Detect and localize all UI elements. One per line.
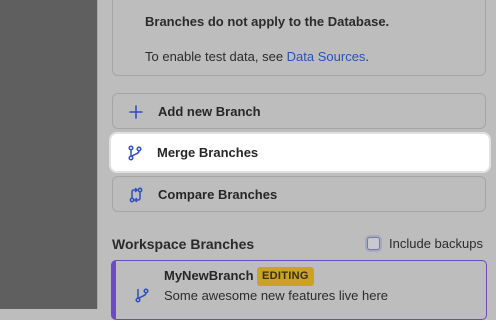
compare-branches-button[interactable]: Compare Branches bbox=[112, 176, 486, 212]
workspace-branches-title: Workspace Branches bbox=[112, 236, 255, 252]
merge-icon bbox=[127, 145, 143, 161]
info-text: To enable test data, see Data Sources. bbox=[145, 49, 369, 64]
add-new-branch-button[interactable]: Add new Branch bbox=[112, 93, 486, 129]
branch-icon bbox=[134, 287, 150, 303]
merge-branches-button[interactable]: Merge Branches bbox=[111, 134, 489, 171]
branch-description: Some awesome new features live here bbox=[164, 288, 389, 303]
info-title: Branches do not apply to the Database. bbox=[145, 14, 390, 29]
branch-name: MyNewBranch bbox=[164, 268, 254, 283]
compare-branches-label: Compare Branches bbox=[158, 187, 278, 202]
compare-icon bbox=[128, 187, 144, 203]
app-sidebar-overlay bbox=[0, 0, 97, 309]
plus-icon bbox=[128, 104, 144, 120]
info-text-suffix: . bbox=[365, 49, 370, 64]
merge-branches-label: Merge Branches bbox=[157, 145, 259, 160]
editing-badge: EDITING bbox=[257, 267, 314, 286]
database-info-box bbox=[112, 0, 486, 76]
data-sources-link[interactable]: Data Sources bbox=[287, 49, 366, 64]
include-backups-label: Include backups bbox=[389, 236, 483, 251]
include-backups-checkbox[interactable] bbox=[367, 237, 380, 250]
add-new-branch-label: Add new Branch bbox=[158, 104, 261, 119]
info-text-prefix: To enable test data, see bbox=[145, 49, 287, 64]
